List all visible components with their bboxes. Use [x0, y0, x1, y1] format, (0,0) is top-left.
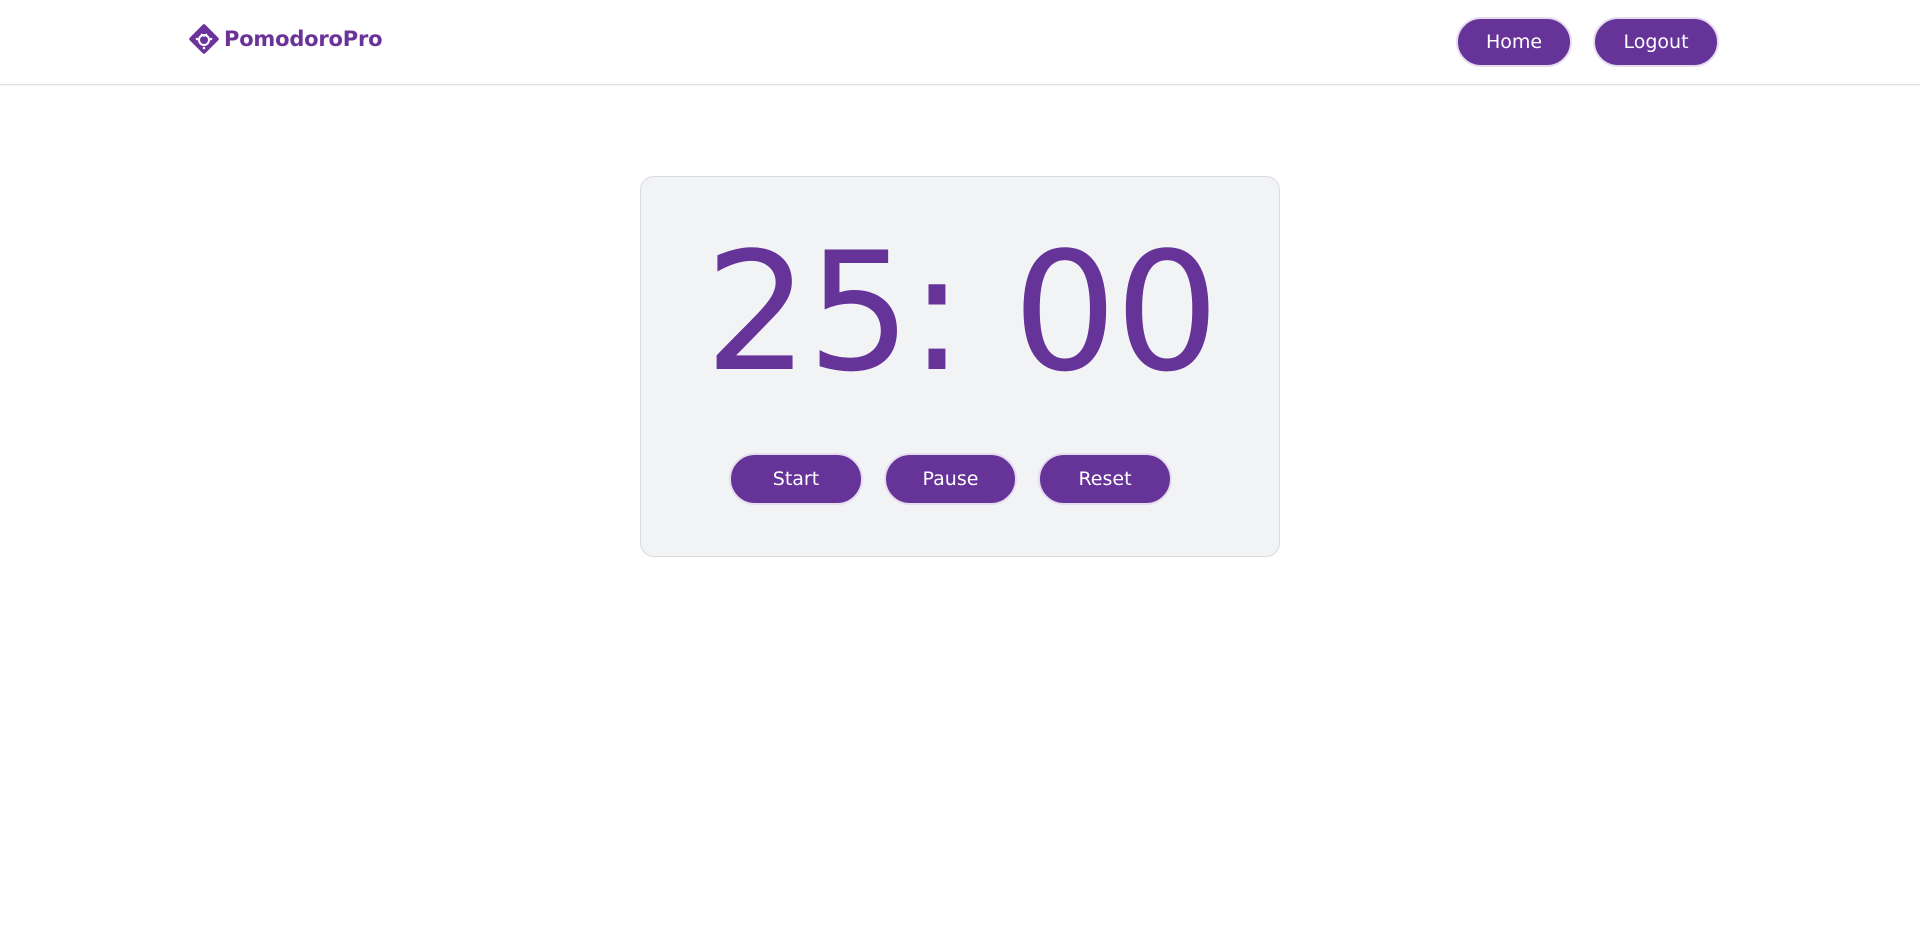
tomato-gear-logo-icon	[189, 24, 219, 54]
pause-button[interactable]: Pause	[884, 453, 1017, 505]
home-button[interactable]: Home	[1456, 17, 1572, 67]
brand-logo-link[interactable]: PomodoroPro	[186, 20, 383, 58]
start-button[interactable]: Start	[729, 453, 863, 505]
brand-name: PomodoroPro	[224, 27, 383, 51]
reset-button[interactable]: Reset	[1038, 453, 1172, 505]
logout-button[interactable]: Logout	[1593, 17, 1719, 67]
top-navigation-bar: PomodoroPro Home Logout	[0, 0, 1920, 85]
timer-display: 25: 00	[704, 217, 1220, 408]
timer-card: 25: 00 Start Pause Reset	[640, 176, 1280, 557]
